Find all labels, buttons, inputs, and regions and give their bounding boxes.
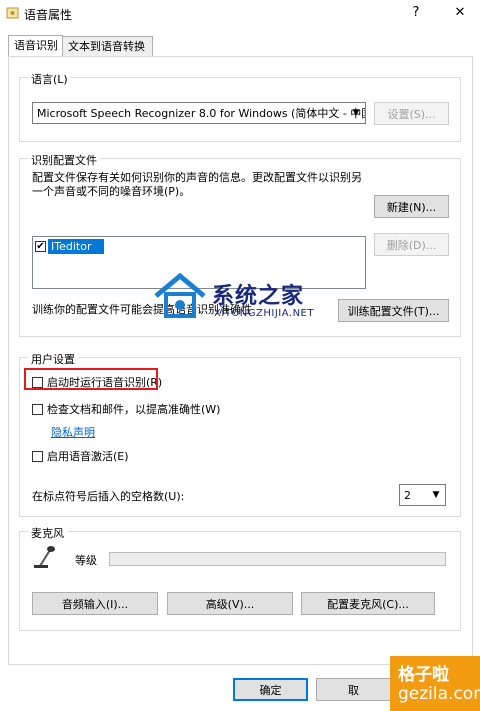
user-settings-group-label: 用户设置	[28, 351, 78, 367]
tab-text-to-speech[interactable]: 文本到语音转换	[62, 36, 153, 57]
close-button[interactable]: ✕	[442, 0, 478, 24]
highlight-box	[24, 368, 158, 390]
microphone-group: 麦克风 等级 音频输入(I)... 高级(V)... 配置麦克风(C)...	[19, 525, 461, 631]
level-label: 等级	[75, 554, 97, 567]
watermark-logo	[154, 272, 206, 318]
user-settings-group: 用户设置 启动时运行语音识别(R) 检查文档和邮件，以提高准确性(W) 隐私声明…	[19, 351, 461, 517]
level-meter	[109, 552, 446, 566]
language-select[interactable]: Microsoft Speech Recognizer 8.0 for Wind…	[32, 102, 366, 124]
new-profile-button[interactable]: 新建(N)...	[374, 195, 449, 218]
ok-button[interactable]: 确定	[233, 678, 308, 701]
microphone-group-label: 麦克风	[28, 525, 67, 541]
chevron-down-icon: ▼	[352, 108, 360, 118]
cancel-button[interactable]: 取	[316, 678, 391, 701]
watermark-subtitle: XITONGZHIJIA.NET	[214, 308, 314, 319]
window-title: 语音属性	[24, 8, 73, 22]
tab-speech-recognition[interactable]: 语音识别	[8, 35, 63, 57]
spaces-label: 在标点符号后插入的空格数(U):	[32, 490, 185, 503]
checkbox-icon[interactable]	[32, 450, 43, 462]
profiles-description: 配置文件保存有关如何识别你的声音的信息。更改配置文件以识别另一个声音或不同的噪音…	[32, 171, 362, 198]
privacy-statement-link[interactable]: 隐私声明	[51, 424, 95, 440]
chevron-down-icon: ▼	[432, 490, 440, 500]
configure-microphone-button[interactable]: 配置麦克风(C)...	[301, 592, 435, 615]
spaces-select[interactable]: 2 ▼	[399, 484, 446, 506]
help-button[interactable]: ?	[398, 0, 434, 24]
profiles-group-label: 识别配置文件	[28, 152, 100, 168]
list-item[interactable]: ✔ ITeditor	[35, 239, 104, 254]
close-icon: ✕	[454, 4, 466, 20]
audio-input-button[interactable]: 音频输入(I)...	[32, 592, 158, 615]
watermark-title: 系统之家	[212, 284, 305, 309]
settings-button[interactable]: 设置(S)...	[374, 102, 449, 125]
language-group: 语言(L) Microsoft Speech Recognizer 8.0 fo…	[19, 71, 461, 142]
advanced-button[interactable]: 高级(V)...	[167, 592, 293, 615]
language-group-label: 语言(L)	[28, 71, 71, 87]
voice-activation-label: 启用语音激活(E)	[47, 450, 129, 463]
help-icon: ?	[412, 4, 420, 20]
review-documents-label: 检查文档和邮件，以提高准确性(W)	[47, 403, 221, 416]
corner-watermark-line1: 格子啦	[398, 665, 449, 685]
title-bar: 语音属性 ? ✕	[0, 0, 480, 26]
corner-watermark-line2: gezila.com	[398, 684, 480, 704]
train-profile-button[interactable]: 训练配置文件(T)...	[338, 299, 449, 322]
profile-label: ITeditor	[48, 239, 104, 254]
voice-activation-checkbox[interactable]: 启用语音激活(E)	[32, 448, 129, 464]
checkbox-icon[interactable]	[32, 403, 43, 415]
language-select-value: Microsoft Speech Recognizer 8.0 for Wind…	[37, 107, 366, 120]
checkbox-checked-icon[interactable]: ✔	[35, 241, 46, 252]
delete-profile-button[interactable]: 删除(D)...	[374, 233, 449, 256]
tab-panel: 语言(L) Microsoft Speech Recognizer 8.0 fo…	[8, 56, 473, 665]
speech-app-icon	[6, 7, 19, 19]
review-documents-checkbox[interactable]: 检查文档和邮件，以提高准确性(W)	[32, 401, 220, 417]
microphone-icon	[34, 546, 55, 568]
corner-watermark: 格子啦 gezila.com	[390, 656, 480, 711]
spaces-select-value: 2	[404, 488, 411, 502]
